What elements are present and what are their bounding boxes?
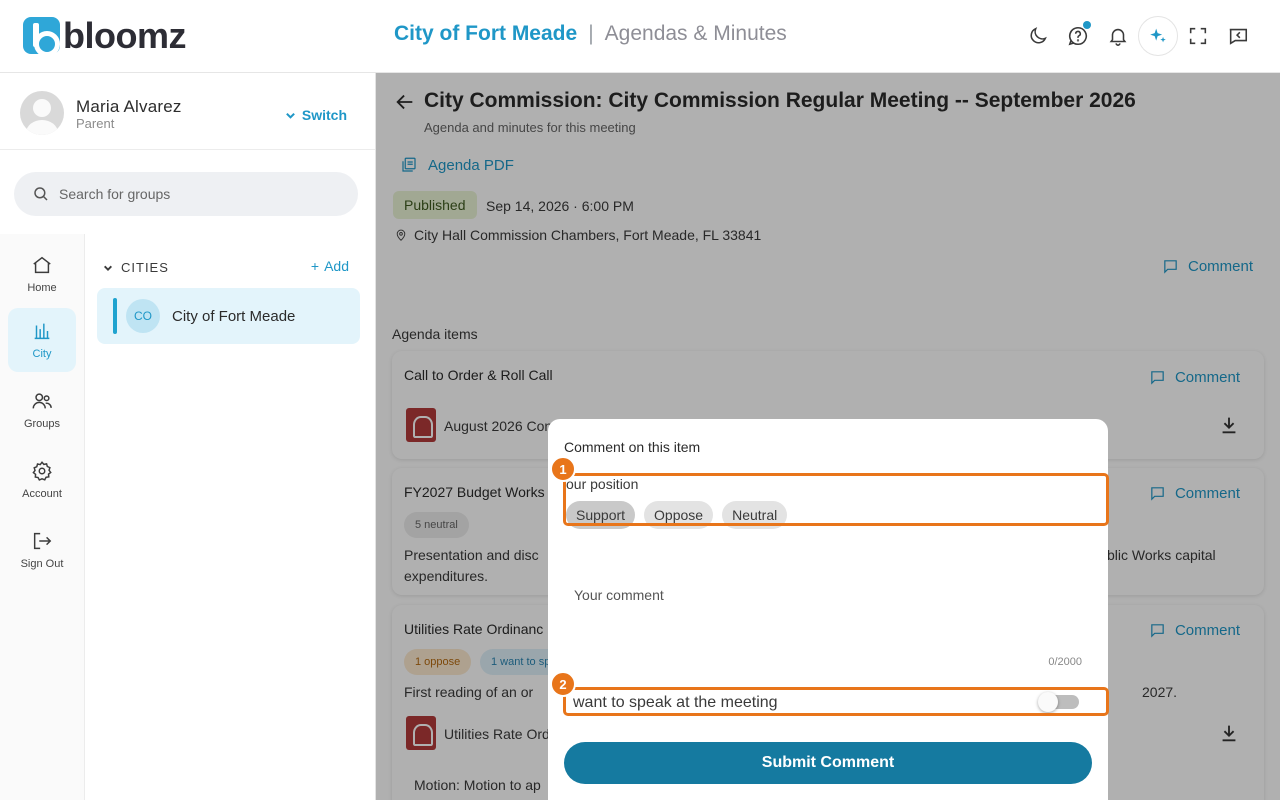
- help-notification-dot: [1083, 21, 1091, 29]
- help-button[interactable]: [1058, 16, 1098, 56]
- city-chart-icon: [34, 323, 50, 340]
- character-counter: 0/2000: [1048, 656, 1082, 668]
- bloomz-logo[interactable]: bloomz: [23, 15, 186, 57]
- nav-city[interactable]: City: [8, 308, 76, 372]
- search-placeholder: Search for groups: [59, 186, 171, 202]
- nav-account[interactable]: Account: [8, 448, 76, 512]
- search-icon: [34, 187, 48, 201]
- add-label: Add: [324, 258, 349, 274]
- chat-icon: [1229, 28, 1248, 45]
- step2-marker: 2: [550, 671, 576, 697]
- top-toolbar: [1018, 16, 1258, 56]
- comment-textarea[interactable]: Your comment: [564, 579, 1092, 669]
- dialog-title: Comment on this item: [564, 439, 701, 455]
- add-city-button[interactable]: + Add: [311, 258, 349, 274]
- top-bar: bloomz City of Fort Meade | Agendas & Mi…: [0, 0, 1280, 73]
- page-header-title: City of Fort Meade | Agendas & Minutes: [394, 22, 787, 46]
- nav-groups-label: Groups: [23, 418, 61, 430]
- nav-home-label: Home: [27, 282, 57, 294]
- sign-out-icon: [33, 532, 52, 550]
- dark-mode-button[interactable]: [1018, 16, 1058, 56]
- chevron-down-icon: [104, 265, 112, 271]
- nav-account-label: Account: [22, 488, 62, 500]
- bloomz-logo-mark: [23, 17, 60, 57]
- selected-indicator: [113, 298, 117, 334]
- city-item-label: City of Fort Meade: [172, 308, 296, 325]
- step1-marker: 1: [550, 456, 576, 482]
- header-city-name: City of Fort Meade: [394, 22, 578, 45]
- chevron-down-icon: [285, 112, 295, 119]
- bell-icon: [1109, 28, 1127, 46]
- nav-signout-label: Sign Out: [20, 558, 64, 570]
- nav-home[interactable]: Home: [8, 242, 76, 306]
- plus-icon: +: [310, 258, 320, 274]
- nav-city-label: City: [32, 348, 52, 360]
- sparkle-icon: [1150, 28, 1166, 43]
- home-icon: [33, 256, 51, 274]
- nav-rail: Home City Groups Account Sign Out: [0, 234, 85, 800]
- header-section-name: Agendas & Minutes: [604, 22, 787, 45]
- profile-name: Maria Alvarez: [76, 97, 182, 116]
- profile-role: Parent: [76, 116, 115, 131]
- fullscreen-icon: [1189, 27, 1207, 45]
- nav-signout[interactable]: Sign Out: [8, 518, 76, 582]
- logo-text: bloomz: [63, 15, 186, 56]
- cities-heading: CITIES: [121, 260, 169, 275]
- submit-comment-button[interactable]: Submit Comment: [564, 742, 1092, 784]
- profile-card: Maria Alvarez Parent Switch: [0, 73, 375, 150]
- messages-button[interactable]: [1218, 16, 1258, 56]
- step1-highlight: [563, 473, 1109, 526]
- cities-section-toggle[interactable]: CITIES: [103, 260, 169, 275]
- groups-column: CITIES + Add CO City of Fort Meade: [86, 234, 375, 800]
- switch-label: Switch: [301, 107, 347, 123]
- nav-groups[interactable]: Groups: [8, 378, 76, 442]
- city-list-item[interactable]: CO City of Fort Meade: [97, 288, 360, 344]
- search-groups-input[interactable]: Search for groups: [14, 172, 358, 216]
- groups-icon: [32, 393, 52, 409]
- avatar[interactable]: [20, 91, 64, 135]
- gear-icon: [32, 461, 52, 481]
- comment-placeholder: Your comment: [574, 587, 664, 603]
- switch-profile-button[interactable]: Switch: [285, 107, 347, 123]
- header-separator: |: [588, 22, 594, 45]
- moon-icon: [1030, 27, 1047, 44]
- city-initials-badge: CO: [126, 299, 160, 333]
- left-panel: Maria Alvarez Parent Switch Search for g…: [0, 73, 376, 800]
- step2-highlight: [563, 687, 1109, 716]
- notifications-button[interactable]: [1098, 16, 1138, 56]
- fullscreen-button[interactable]: [1178, 16, 1218, 56]
- ai-assistant-button[interactable]: [1138, 16, 1178, 56]
